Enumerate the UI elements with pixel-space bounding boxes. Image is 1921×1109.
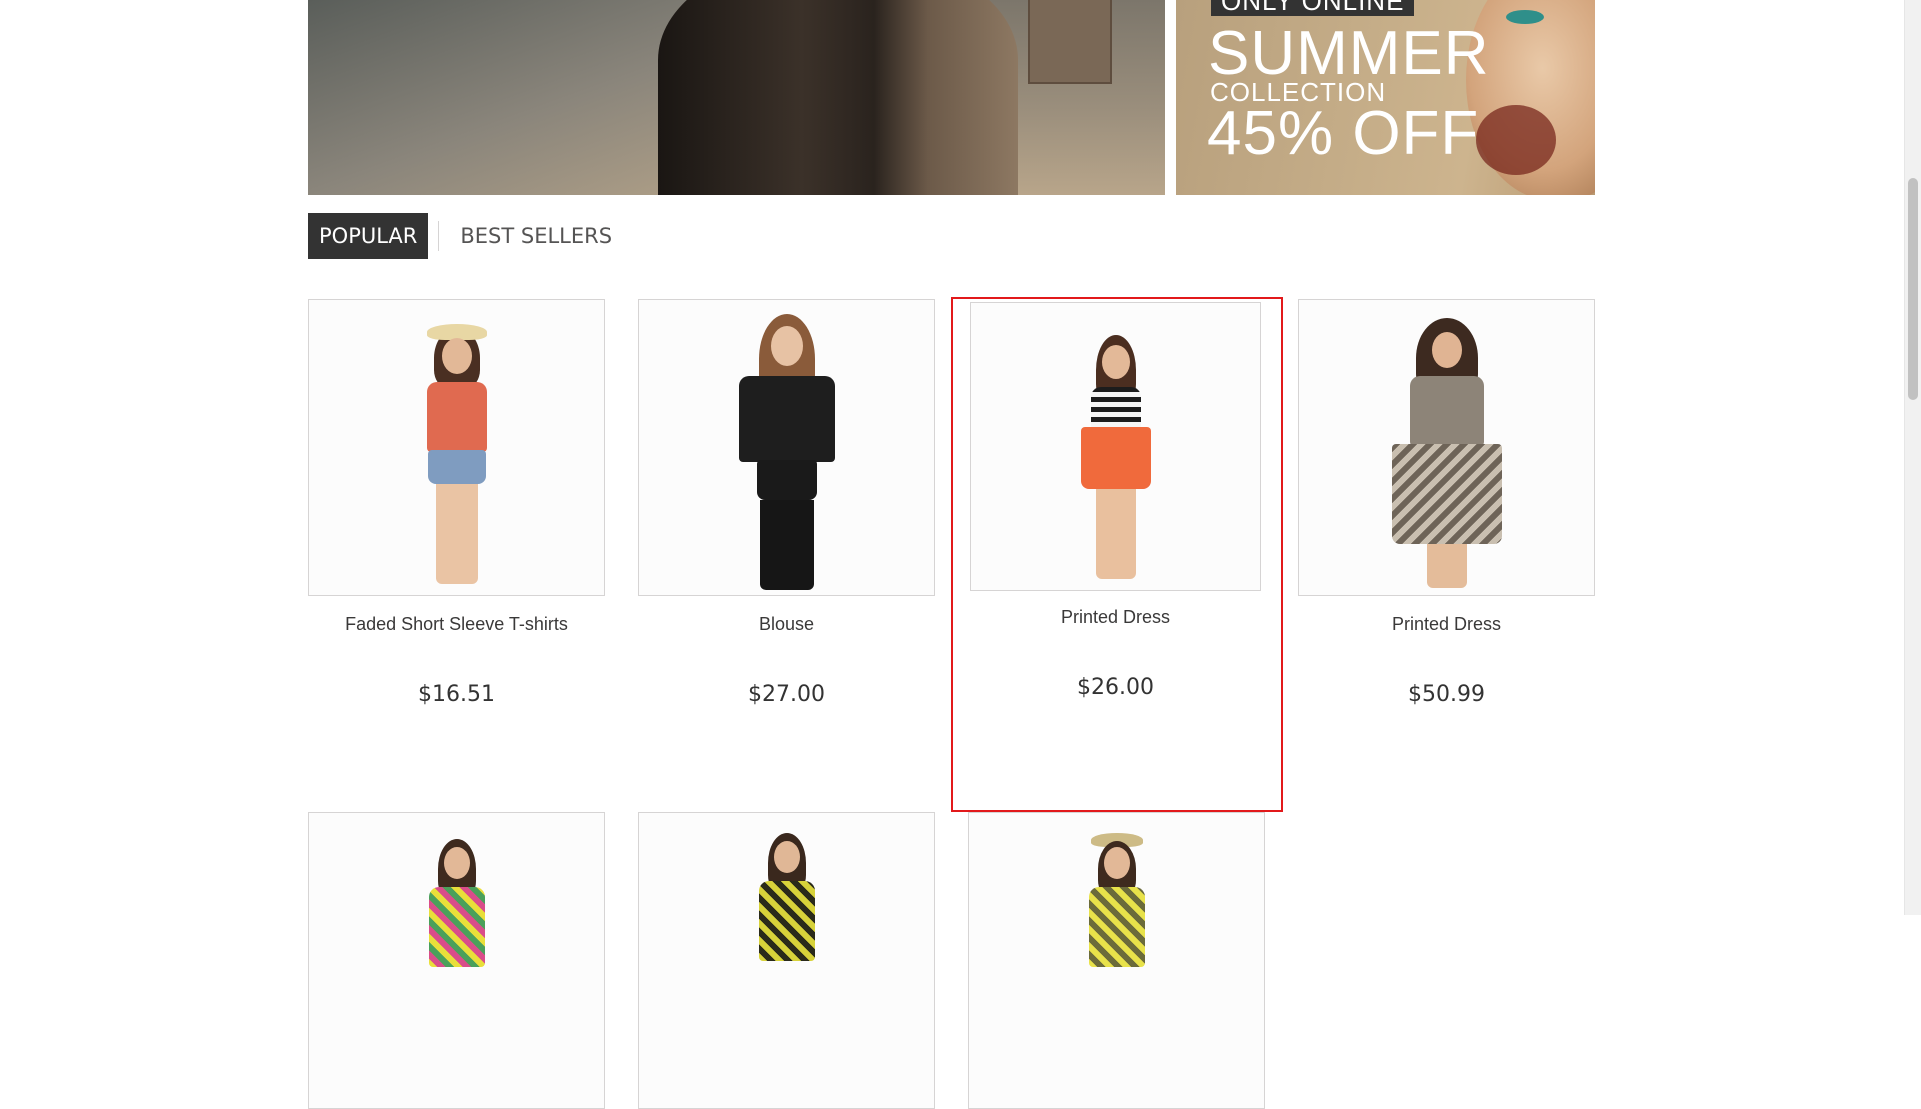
product-image[interactable]: [968, 812, 1265, 1109]
promo-badge: ONLY ONLINE: [1211, 0, 1415, 16]
model-figure: [417, 839, 497, 1039]
product-card[interactable]: [968, 812, 1265, 1109]
scrollbar-thumb[interactable]: [1908, 178, 1918, 400]
tab-divider: [438, 221, 440, 251]
model-figure: [1077, 833, 1157, 1035]
promo-discount: 45% OFF: [1207, 99, 1480, 168]
model-figure: [1372, 318, 1522, 594]
product-card[interactable]: Blouse $27.00: [638, 299, 935, 707]
tab-popular[interactable]: POPULAR: [308, 213, 429, 259]
product-card[interactable]: [638, 812, 935, 1109]
product-image[interactable]: [638, 812, 935, 1109]
product-name[interactable]: Blouse: [638, 612, 935, 636]
product-card[interactable]: Faded Short Sleeve T-shirts $16.51: [308, 299, 605, 707]
product-price: $50.99: [1408, 682, 1485, 707]
model-figure: [412, 324, 502, 594]
product-image[interactable]: [308, 812, 605, 1109]
model-figure: [747, 833, 827, 1033]
promo-banner[interactable]: ONLY ONLINE SUMMER COLLECTION 45% OFF: [1176, 0, 1595, 195]
promo-model-sunglasses: [1476, 105, 1556, 175]
product-image[interactable]: [1298, 299, 1595, 596]
page-scrollbar[interactable]: [1904, 0, 1921, 915]
product-name[interactable]: Faded Short Sleeve T-shirts: [308, 612, 605, 636]
product-price: $27.00: [748, 682, 825, 707]
product-name[interactable]: Printed Dress: [970, 605, 1261, 629]
product-price: $16.51: [418, 682, 495, 707]
slider-model-pocket: [1028, 0, 1112, 84]
product-card-hovered[interactable]: Printed Dress $26.00: [951, 297, 1283, 812]
model-figure: [1071, 335, 1161, 585]
product-image[interactable]: [638, 299, 935, 596]
homepage-slider[interactable]: [308, 0, 1165, 195]
product-name[interactable]: Printed Dress: [1298, 612, 1595, 636]
slider-model-jacket: [658, 0, 1018, 195]
product-card[interactable]: Printed Dress $50.99: [1298, 299, 1595, 707]
promo-model-eye: [1506, 10, 1544, 24]
model-figure: [727, 314, 847, 594]
product-price: $26.00: [1077, 675, 1154, 700]
product-card[interactable]: [308, 812, 605, 1109]
product-image[interactable]: [970, 302, 1261, 591]
tab-best-sellers[interactable]: BEST SELLERS: [449, 213, 623, 259]
product-tabs: POPULAR BEST SELLERS: [308, 213, 623, 259]
product-image[interactable]: [308, 299, 605, 596]
